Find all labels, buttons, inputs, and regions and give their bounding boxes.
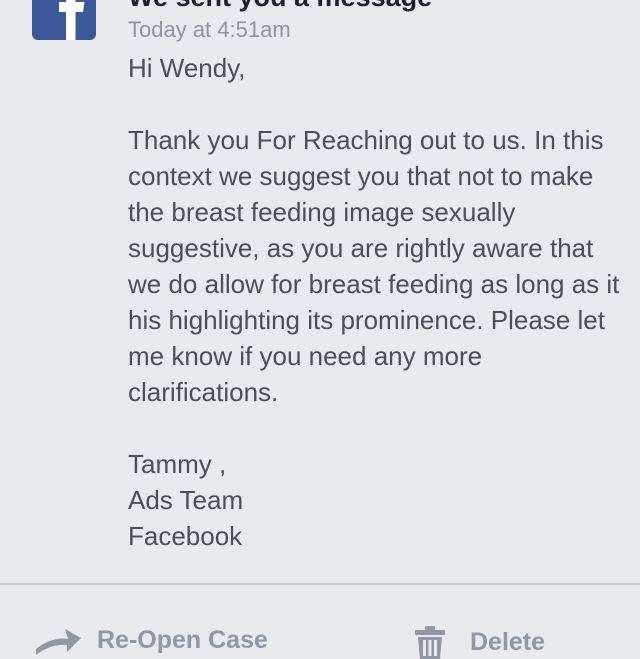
- facebook-logo-icon: [32, 0, 96, 40]
- message-timestamp: Today at 4:51am: [128, 17, 291, 42]
- signature-name: Tammy ,: [128, 449, 227, 479]
- delete-button[interactable]: Delete: [414, 625, 545, 659]
- delete-label: Delete: [470, 628, 546, 656]
- reopen-case-button[interactable]: Re-Open Case: [34, 625, 268, 655]
- signature-company: Facebook: [128, 521, 243, 551]
- signature-team: Ads Team: [128, 485, 244, 515]
- message-greeting: Hi Wendy,: [128, 53, 246, 83]
- trash-icon: [415, 626, 445, 659]
- message-body: Hi Wendy, Thank you For Reaching out to …: [128, 50, 623, 554]
- action-bar: Re-Open Case Delete: [0, 585, 640, 659]
- reopen-case-label: Re-Open Case: [97, 626, 268, 654]
- message-title: We sent you a message: [128, 0, 432, 11]
- reply-arrow-icon: [36, 629, 81, 655]
- message-text: Thank you For Reaching out to us. In thi…: [128, 125, 620, 407]
